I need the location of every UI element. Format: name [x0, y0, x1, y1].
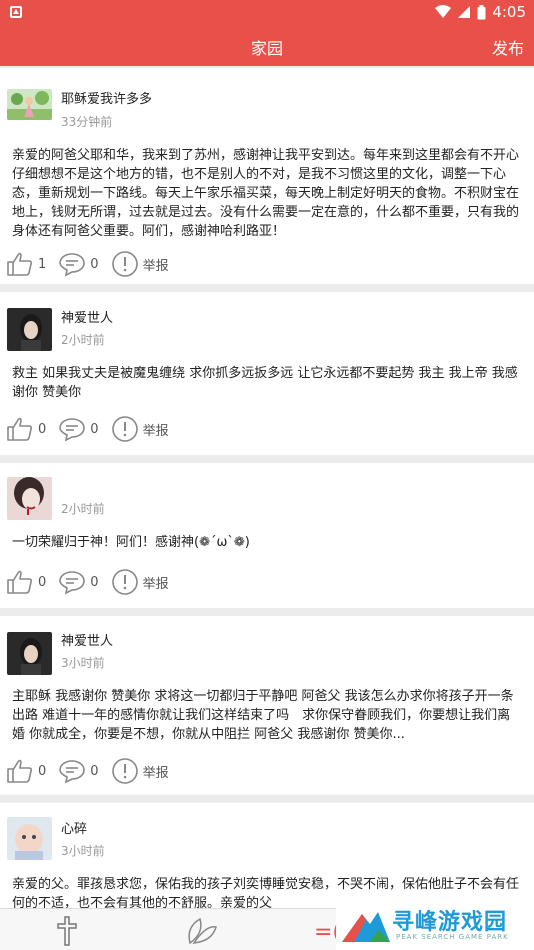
post-time: 3小时前 — [61, 844, 105, 858]
avatar[interactable] — [7, 308, 52, 351]
report-label: 举报 — [142, 765, 169, 781]
battery-icon — [477, 4, 486, 19]
warning-icon — [111, 416, 138, 442]
report-label: 举报 — [142, 423, 169, 439]
avatar[interactable] — [7, 817, 52, 860]
post-author[interactable]: 耶稣爱我许多多 — [61, 88, 152, 107]
comment-icon — [59, 418, 86, 442]
post-item: 神爱世人 2小时前 救主 如果我丈夫是被魔鬼缠绕 求你抓多远扳多远 让它永远都不… — [0, 292, 534, 455]
post-content[interactable]: 主耶稣 我感谢你 赞美你 求将这一切都归于平静吧 阿爸父 我该怎么办求你将孩子开… — [12, 687, 522, 744]
like-count: 0 — [38, 574, 47, 590]
comment-button[interactable]: 0 — [58, 567, 99, 597]
post-author[interactable]: 神爱世人 — [61, 630, 113, 649]
like-button[interactable]: 1 — [6, 249, 46, 279]
status-bar: 4:05 — [0, 0, 534, 24]
post-content[interactable]: 救主 如果我丈夫是被魔鬼缠绕 求你抓多远扳多远 让它永远都不要起势 我主 我上帝… — [12, 364, 522, 402]
warning-icon — [111, 569, 138, 595]
post-author[interactable]: 神爱世人 — [61, 307, 113, 326]
report-button[interactable]: 举报 — [111, 414, 169, 444]
post-actions: 1 0 举报 — [6, 249, 181, 279]
comment-count: 0 — [90, 256, 99, 272]
app-bar: 家园 发布 — [0, 24, 534, 66]
like-button[interactable]: 0 — [6, 756, 46, 786]
watermark-logo: 寻峰游戏园 PEAK SEARCH GAME PARK — [336, 900, 534, 950]
post-author[interactable]: 心碎 — [61, 818, 87, 837]
like-count: 0 — [38, 421, 47, 437]
report-button[interactable]: 举报 — [111, 756, 169, 786]
report-button[interactable]: 举报 — [111, 249, 169, 279]
post-content[interactable]: 一切荣耀归于神！阿们！感谢神(❁´ω`❁) — [12, 533, 522, 552]
post-item: 神爱世人 3小时前 主耶稣 我感谢你 赞美你 求将这一切都归于平静吧 阿爸父 我… — [0, 616, 534, 795]
nav-leaf-tab[interactable] — [184, 915, 218, 950]
report-button[interactable]: 举报 — [111, 567, 169, 597]
nav-cross-tab[interactable] — [54, 915, 80, 950]
comment-button[interactable]: 0 — [58, 756, 99, 786]
post-time: 2小时前 — [61, 502, 105, 516]
like-button[interactable]: 0 — [6, 414, 46, 444]
leaf-icon — [188, 917, 217, 945]
watermark-subtitle: PEAK SEARCH GAME PARK — [396, 933, 509, 941]
comment-button[interactable]: 0 — [58, 414, 99, 444]
comment-count: 0 — [90, 763, 99, 779]
warning-icon — [111, 758, 138, 784]
comment-count: 0 — [90, 574, 99, 590]
status-time: 4:05 — [492, 3, 526, 21]
like-count: 1 — [38, 256, 47, 272]
comment-button[interactable]: 0 — [58, 249, 99, 279]
post-item: 心碎 3小时前 亲爱的父。罪孩恳求您，保佑我的孩子刘奕博睡觉安稳，不哭不闹，保佑… — [0, 803, 534, 908]
post-actions: 0 0 举报 — [6, 756, 181, 786]
report-label: 举报 — [142, 258, 169, 274]
post-item: 耶稣爱我许多多 33分钟前 亲爱的阿爸父耶和华，我来到了苏州，感谢神让我平安到达… — [0, 68, 534, 284]
cross-icon — [57, 916, 77, 946]
comment-icon — [59, 253, 86, 277]
avatar[interactable] — [7, 477, 52, 520]
thumbs-up-icon — [7, 759, 33, 783]
publish-button[interactable]: 发布 — [492, 35, 524, 59]
comment-icon — [59, 760, 86, 784]
report-label: 举报 — [142, 576, 169, 592]
post-actions: 0 0 举报 — [6, 567, 181, 597]
watermark-title: 寻峰游戏园 — [392, 910, 508, 935]
page-title: 家园 — [250, 39, 283, 58]
comment-icon — [59, 571, 86, 595]
like-button[interactable]: 0 — [6, 567, 46, 597]
post-time: 2小时前 — [61, 333, 105, 347]
comment-count: 0 — [90, 421, 99, 437]
wifi-icon — [435, 5, 452, 18]
avatar[interactable] — [7, 89, 52, 120]
app-notification-icon — [10, 6, 22, 18]
status-icons: 4:05 — [435, 3, 526, 21]
avatar[interactable] — [7, 632, 52, 675]
mountain-logo-icon — [342, 912, 390, 942]
thumbs-up-icon — [7, 252, 33, 276]
post-item: 2小时前 一切荣耀归于神！阿们！感谢神(❁´ω`❁) 0 0 举报 — [0, 463, 534, 608]
post-time: 33分钟前 — [61, 115, 113, 129]
post-actions: 0 0 举报 — [6, 414, 181, 444]
signal-icon — [458, 6, 471, 18]
warning-icon — [111, 251, 138, 277]
like-count: 0 — [38, 763, 47, 779]
thumbs-up-icon — [7, 417, 33, 441]
post-content[interactable]: 亲爱的阿爸父耶和华，我来到了苏州，感谢神让我平安到达。每年来到这里都会有不开心 … — [12, 146, 532, 241]
post-feed[interactable]: 耶稣爱我许多多 33分钟前 亲爱的阿爸父耶和华，我来到了苏州，感谢神让我平安到达… — [0, 68, 534, 908]
post-time: 3小时前 — [61, 656, 105, 670]
thumbs-up-icon — [7, 570, 33, 594]
